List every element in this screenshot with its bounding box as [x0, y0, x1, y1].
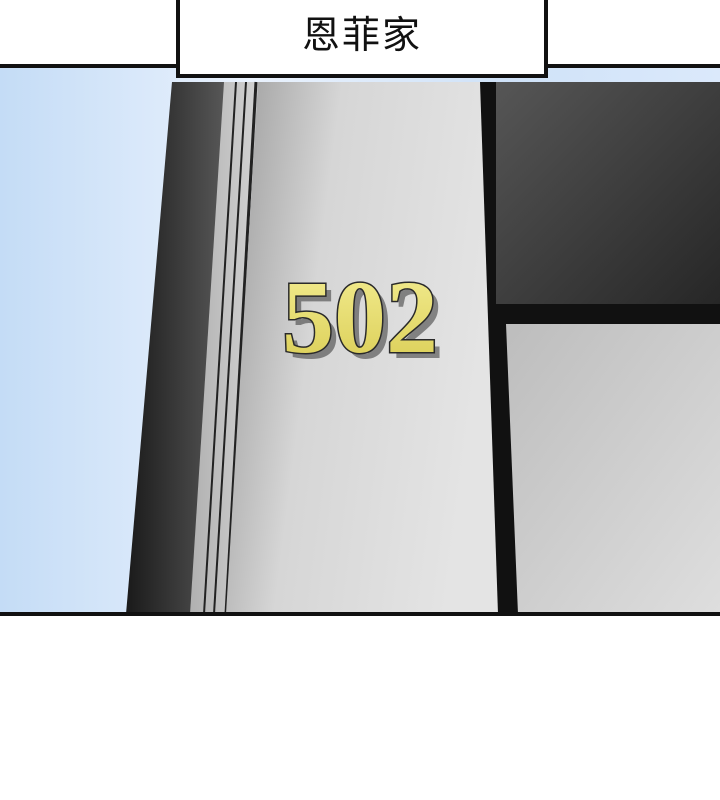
- door-number: 502: [282, 260, 438, 375]
- caption-text: 恩菲家: [301, 13, 422, 57]
- comic-panel-page: 502 502 恩菲家: [0, 0, 720, 800]
- comic-panel: 502 502: [0, 64, 720, 616]
- caption-box: 恩菲家: [176, 0, 548, 78]
- right-dark-panel: [496, 82, 720, 308]
- right-light-panel: [506, 324, 720, 614]
- right-panel-divider: [496, 304, 720, 324]
